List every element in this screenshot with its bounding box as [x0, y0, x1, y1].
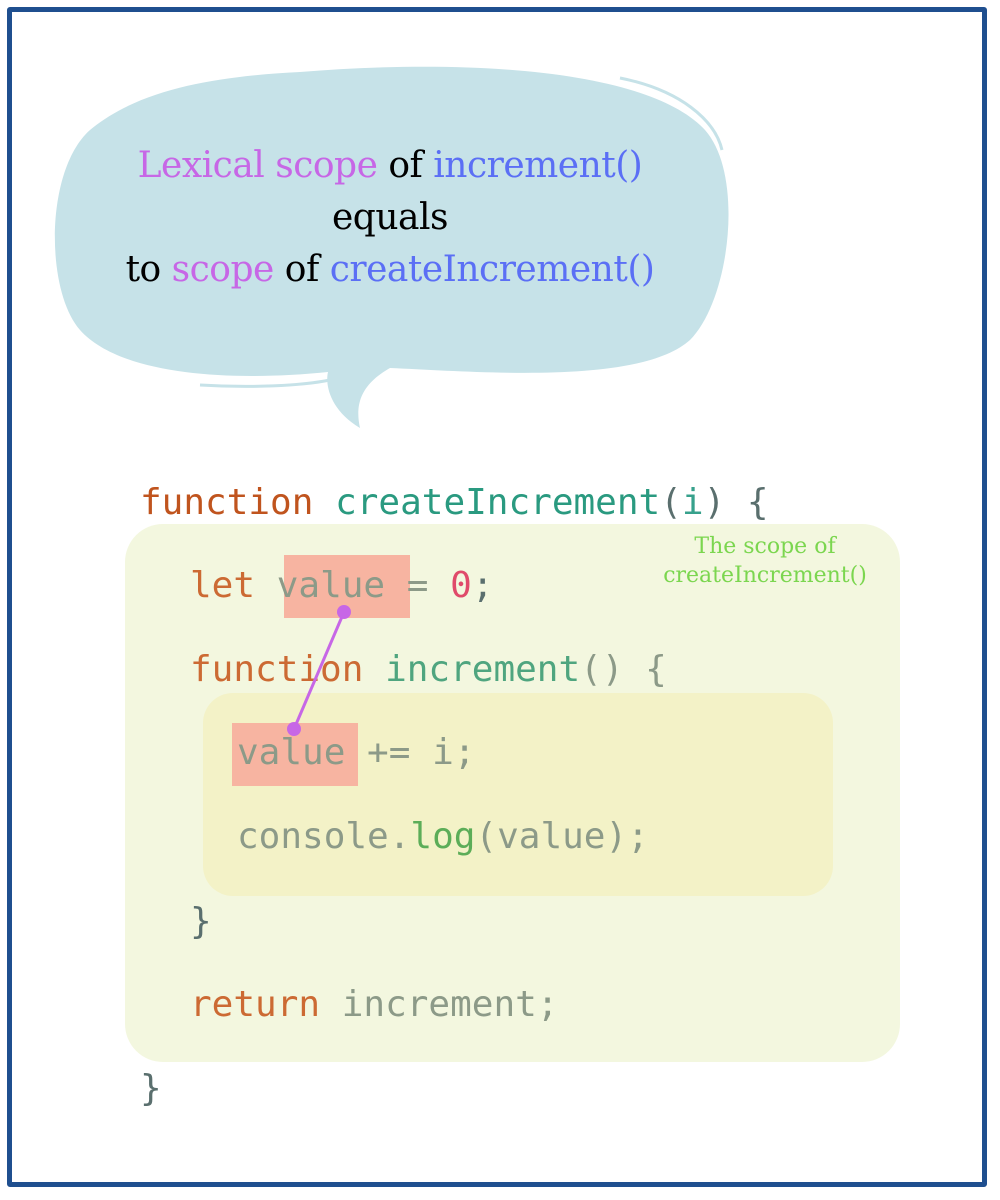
link-line — [292, 611, 346, 730]
reference-link — [287, 605, 351, 736]
link-end-dot — [287, 722, 301, 736]
link-start-dot — [337, 605, 351, 619]
